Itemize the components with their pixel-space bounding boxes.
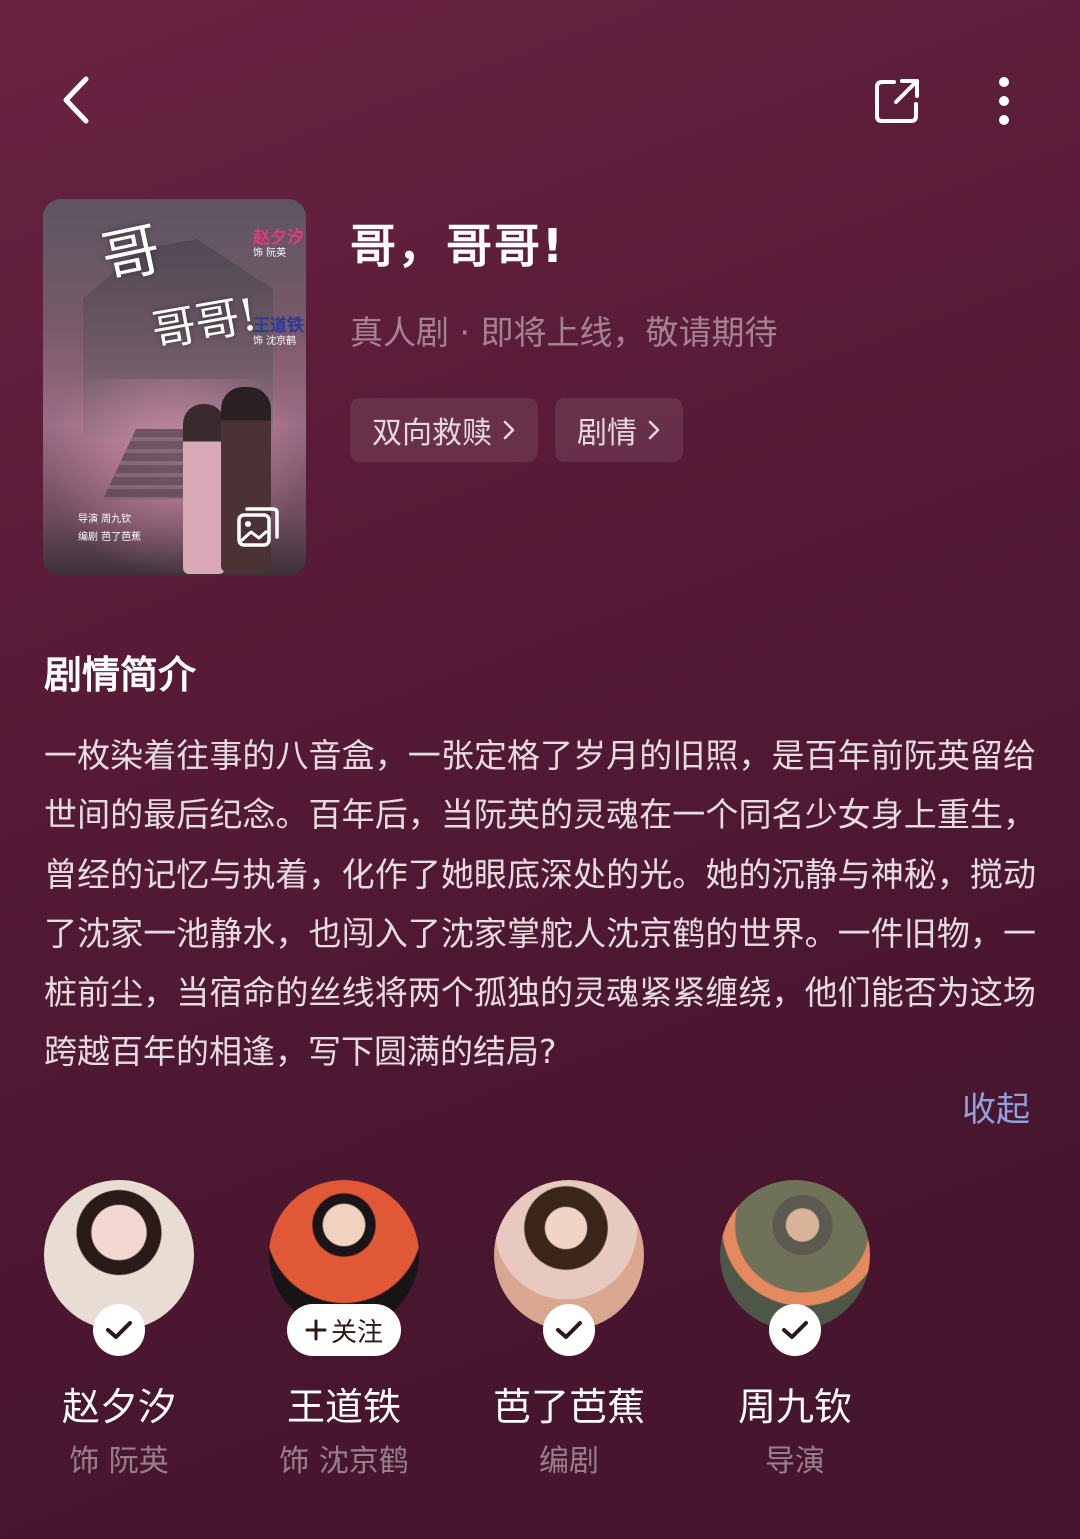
poster-credit-director: 导演 周九钦: [78, 514, 132, 525]
person-name: 周九钦: [737, 1385, 852, 1429]
gallery-icon: [237, 507, 279, 547]
tag-label: 双向救赎: [372, 416, 492, 451]
synopsis-heading: 剧情简介: [44, 653, 197, 697]
person-name: 芭了芭蕉: [492, 1385, 645, 1429]
check-icon: [106, 1321, 132, 1339]
more-button[interactable]: [978, 70, 1030, 132]
plus-icon: [305, 1319, 327, 1341]
tag-list: 双向救赎 剧情: [350, 398, 683, 462]
person-name: 王道铁: [286, 1385, 401, 1429]
share-button[interactable]: [866, 70, 928, 132]
drama-title: 哥，哥哥!: [350, 219, 565, 273]
poster-cast-2-role: 饰 沈京鹤: [253, 335, 297, 347]
follow-button[interactable]: 关注: [287, 1304, 401, 1356]
person-role: 饰 阮英: [69, 1444, 169, 1479]
poster-image[interactable]: 哥 哥哥! 赵夕汐 饰 阮英 王道铁 饰 沈京鹤 导演 周九钦 编剧 芭了芭蕉: [43, 199, 306, 576]
poster-cast-2-name: 王道铁: [253, 316, 304, 336]
more-vertical-icon: [999, 77, 1009, 125]
person-name: 赵夕汐: [61, 1385, 176, 1429]
chevron-right-icon: [648, 420, 660, 440]
top-bar: [0, 60, 1080, 140]
poster-figure-woman: [183, 404, 225, 574]
poster-cast-1: 赵夕汐 饰 阮英: [253, 229, 304, 259]
person-role: 编剧: [539, 1444, 599, 1479]
person-role: 导演: [765, 1444, 825, 1479]
person-role: 饰 沈京鹤: [279, 1444, 409, 1479]
chevron-left-icon: [63, 76, 89, 124]
follow-label: 关注: [330, 1317, 383, 1348]
poster-cast-2: 王道铁 饰 沈京鹤: [253, 317, 304, 347]
synopsis-text: 一枚染着往事的八音盒，一张定格了岁月的旧照，是百年前阮英留给世间的最后纪念。百年…: [44, 736, 1036, 1072]
cast-crew-list: 赵夕汐 饰 阮英 关注 王道铁 饰 沈京鹤 芭了芭蕉 编剧 周九钦 导演: [0, 1180, 1080, 1480]
poster-credit-writer: 编剧 芭了芭蕉: [78, 532, 142, 543]
poster-cast-1-role: 饰 阮英: [253, 247, 287, 259]
check-icon: [782, 1321, 808, 1339]
drama-subtitle: 真人剧 · 即将上线，敬请期待: [350, 313, 778, 352]
gallery-button[interactable]: [235, 505, 281, 551]
chevron-right-icon: [503, 420, 515, 440]
back-button[interactable]: [50, 68, 102, 132]
tag-shuangxiang-jiushu[interactable]: 双向救赎: [350, 398, 538, 462]
tag-label: 剧情: [577, 416, 637, 451]
poster-cast-1-name: 赵夕汐: [253, 228, 304, 248]
check-icon: [556, 1321, 582, 1339]
followed-badge[interactable]: [93, 1304, 145, 1356]
collapse-link[interactable]: 收起: [962, 1082, 1030, 1131]
share-icon: [875, 79, 919, 123]
followed-badge[interactable]: [543, 1304, 595, 1356]
tag-juqing[interactable]: 剧情: [555, 398, 683, 462]
poster-credits: 导演 周九钦 编剧 芭了芭蕉: [78, 511, 141, 547]
followed-badge[interactable]: [769, 1304, 821, 1356]
